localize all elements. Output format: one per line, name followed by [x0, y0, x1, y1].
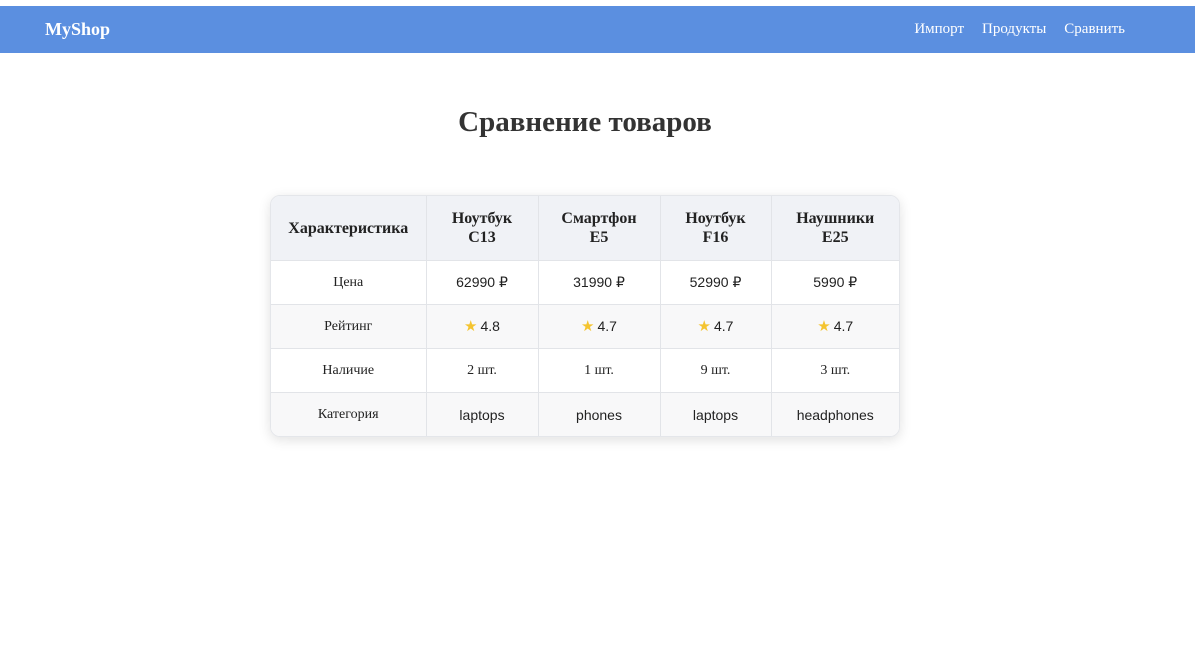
product-model: E25: [821, 229, 849, 246]
price-cell: 52990 ₽: [660, 260, 772, 305]
table-row: Наличие 2 шт. 1 шт. 9 шт. 3 шт.: [271, 348, 899, 393]
rating-value: 4.7: [713, 318, 734, 334]
row-label-rating: Рейтинг: [271, 304, 427, 349]
stock-cell: 9 шт.: [660, 348, 772, 393]
product-model: F16: [702, 229, 729, 246]
row-label-category: Категория: [271, 392, 427, 436]
product-name: Смартфон: [561, 210, 637, 227]
header-product: Ноутбук F16: [660, 196, 772, 261]
stock-cell: 3 шт.: [771, 348, 899, 393]
nav-link-compare[interactable]: Сравнить: [1064, 21, 1125, 38]
category-cell: laptops: [660, 392, 772, 436]
price-cell: 5990 ₽: [771, 260, 899, 305]
price-cell: 31990 ₽: [538, 260, 661, 305]
rating-value: 4.7: [597, 318, 617, 334]
stock-cell: 1 шт.: [538, 348, 661, 393]
product-name: Ноутбук: [685, 210, 746, 227]
star-icon: ★: [464, 319, 478, 335]
rating-cell: ★ 4.7: [538, 304, 661, 349]
rating-cell: ★ 4.7: [660, 304, 772, 349]
page-title: Сравнение товаров: [458, 106, 712, 138]
comparison-table-container: Характеристика Ноутбук C13 Смартфон E5 Ноу…: [270, 195, 900, 437]
table-row: Категория laptops phones laptops headpho…: [271, 392, 899, 436]
nav-link-import[interactable]: Импорт: [914, 21, 964, 38]
comparison-table: Характеристика Ноутбук C13 Смартфон E5 Ноу…: [271, 196, 899, 436]
rating-value: 4.8: [480, 318, 500, 334]
rating-cell: ★ 4.8: [426, 304, 539, 349]
category-cell: phones: [538, 392, 661, 436]
header-product: Смартфон E5: [538, 196, 661, 261]
product-model: E5: [589, 229, 609, 246]
brand-logo[interactable]: MyShop: [45, 6, 110, 53]
category-cell: headphones: [771, 392, 899, 436]
top-navbar: MyShop Импорт Продукты Сравнить: [0, 6, 1195, 53]
star-icon: ★: [697, 319, 711, 335]
table-row: Рейтинг ★ 4.8 ★ 4.7 ★ 4.7 ★ 4.7: [271, 304, 899, 349]
table-row: Цена 62990 ₽ 31990 ₽ 52990 ₽ 5990 ₽: [271, 260, 899, 305]
rating-cell: ★ 4.7: [771, 304, 899, 349]
category-cell: laptops: [426, 392, 539, 436]
stock-cell: 2 шт.: [426, 348, 539, 393]
header-product: Ноутбук C13: [426, 196, 539, 261]
star-icon: ★: [581, 319, 595, 335]
rating-value: 4.7: [833, 318, 854, 334]
product-model: C13: [468, 229, 496, 246]
table-header-row: Характеристика Ноутбук C13 Смартфон E5 Ноу…: [271, 196, 899, 261]
header-characteristic: Характеристика: [271, 196, 427, 261]
product-name: Наушники: [796, 210, 875, 227]
product-name: Ноутбук: [451, 210, 513, 227]
price-cell: 62990 ₽: [426, 260, 539, 305]
header-product: Наушники E25: [771, 196, 899, 261]
row-label-price: Цена: [271, 260, 427, 305]
main-nav: Импорт Продукты Сравнить: [896, 6, 1125, 53]
star-icon: ★: [817, 319, 831, 335]
nav-link-products[interactable]: Продукты: [982, 21, 1046, 38]
row-label-stock: Наличие: [271, 348, 427, 393]
